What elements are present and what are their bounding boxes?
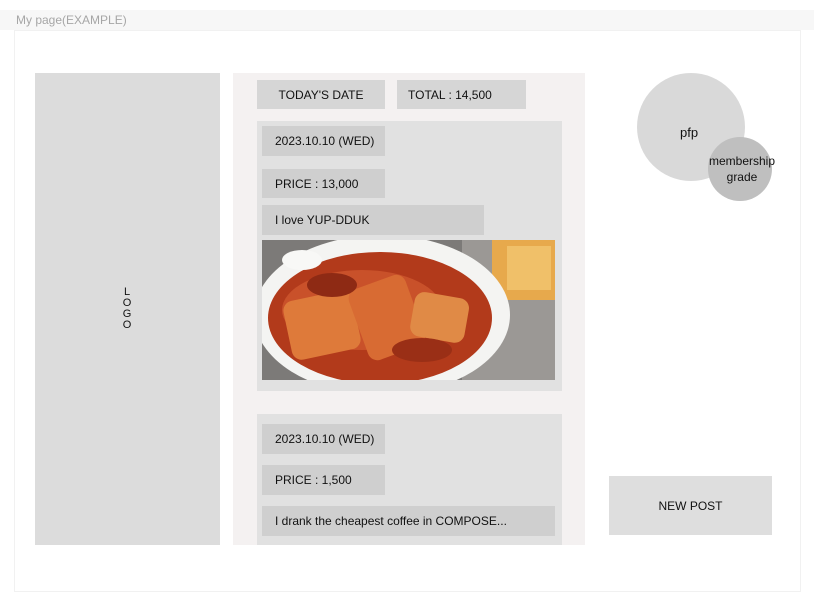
logo-text: LOGO	[122, 286, 133, 331]
post-date: 2023.10.10 (WED)	[262, 424, 385, 454]
total-label: TOTAL : 14,500	[397, 80, 526, 109]
pfp-label: pfp	[680, 125, 699, 140]
todays-date-label: TODAY'S DATE	[257, 80, 385, 109]
food-photo-image	[262, 240, 555, 380]
post-caption: I drank the cheapest coffee in COMPOSE..…	[262, 506, 555, 536]
post-card[interactable]: 2023.10.10 (WED) PRICE : 13,000 I love Y…	[257, 121, 562, 391]
post-price: PRICE : 1,500	[262, 465, 385, 495]
page-title: My page(EXAMPLE)	[16, 13, 127, 27]
post-feed[interactable]: TODAY'S DATE TOTAL : 14,500 2023.10.10 (…	[233, 73, 585, 545]
post-price: PRICE : 13,000	[262, 169, 385, 198]
post-caption: I love YUP-DDUK	[262, 205, 484, 235]
membership-grade-label: membership grade	[708, 154, 776, 184]
post-card[interactable]: 2023.10.10 (WED) PRICE : 1,500 I drank t…	[257, 414, 562, 545]
new-post-button[interactable]: NEW POST	[609, 476, 772, 535]
food-photo[interactable]	[262, 240, 555, 380]
post-date: 2023.10.10 (WED)	[262, 126, 385, 156]
logo-panel[interactable]: LOGO	[35, 73, 220, 545]
